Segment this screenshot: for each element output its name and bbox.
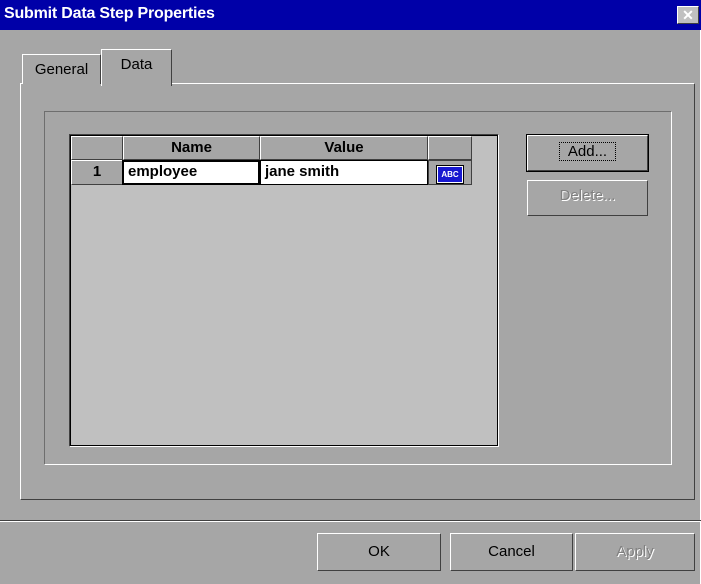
delete-button[interactable]: Delete... (527, 180, 648, 216)
tab-general[interactable]: General (22, 54, 101, 84)
tab-data-label: Data (120, 56, 153, 73)
grid-corner-header (71, 136, 123, 160)
name-cell[interactable]: employee (122, 160, 260, 185)
tab-general-label: General (34, 61, 89, 78)
delete-button-label: Delete... (559, 187, 616, 204)
close-button[interactable]: ✕ (677, 6, 699, 24)
ok-button[interactable]: OK (317, 533, 441, 571)
row-number[interactable]: 1 (71, 160, 123, 185)
add-button-label: Add... (558, 142, 617, 161)
column-header-type[interactable] (428, 136, 472, 160)
tab-data[interactable]: Data (101, 49, 172, 86)
title-bar[interactable]: Submit Data Step Properties ✕ (0, 0, 701, 30)
apply-button[interactable]: Apply (575, 533, 695, 571)
column-header-name[interactable]: Name (123, 136, 260, 160)
column-header-value[interactable]: Value (260, 136, 428, 160)
cancel-button-label: Cancel (488, 543, 535, 560)
ok-button-label: OK (368, 543, 390, 560)
cancel-button[interactable]: Cancel (450, 533, 573, 571)
dialog-window: Submit Data Step Properties ✕ General Da… (0, 0, 701, 584)
abc-icon[interactable]: ABC (436, 165, 464, 184)
window-title: Submit Data Step Properties (4, 5, 215, 22)
close-icon: ✕ (682, 7, 694, 23)
value-cell[interactable]: jane smith (260, 160, 428, 185)
add-button[interactable]: Add... (526, 134, 649, 172)
footer-separator (0, 520, 701, 522)
apply-button-label: Apply (616, 543, 654, 560)
